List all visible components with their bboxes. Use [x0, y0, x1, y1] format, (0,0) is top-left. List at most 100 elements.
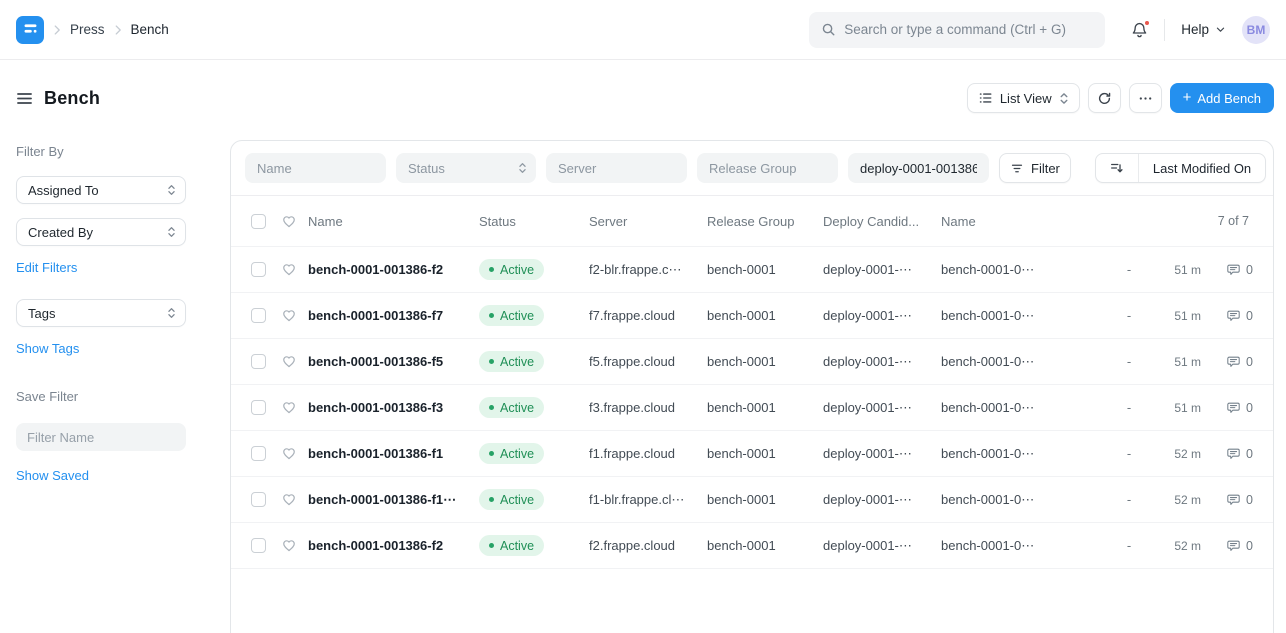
- row-checkbox[interactable]: [251, 354, 266, 369]
- comments-cell[interactable]: 0: [1201, 355, 1273, 369]
- topbar: Press Bench Help BM: [0, 0, 1286, 60]
- frappe-logo-icon[interactable]: [16, 16, 44, 44]
- sidebar-toggle-icon[interactable]: [16, 91, 33, 106]
- col-header-deploy-candidate[interactable]: Deploy Candid...: [823, 214, 941, 229]
- breadcrumb-bench[interactable]: Bench: [131, 22, 169, 37]
- global-search[interactable]: [809, 12, 1105, 48]
- table-row[interactable]: bench-0001-001386-f7 Active f7.frappe.cl…: [231, 293, 1273, 339]
- server-cell: f5.frappe.cloud: [589, 354, 707, 369]
- status-label: Active: [500, 263, 534, 277]
- favorite-heart-icon[interactable]: [281, 262, 297, 277]
- show-tags-link[interactable]: Show Tags: [16, 341, 79, 356]
- status-badge: Active: [479, 259, 544, 280]
- tag-cell: -: [1109, 400, 1149, 415]
- release-group-cell: bench-0001: [707, 262, 823, 277]
- assigned-to-select[interactable]: Assigned To: [16, 176, 186, 204]
- row-checkbox[interactable]: [251, 400, 266, 415]
- bench-name[interactable]: bench-0001-001386-f5: [308, 354, 479, 369]
- edit-filters-link[interactable]: Edit Filters: [16, 260, 77, 275]
- sort-icon[interactable]: [1096, 154, 1139, 182]
- status-cell: Active: [479, 443, 589, 464]
- favorite-heart-icon[interactable]: [281, 492, 297, 507]
- name2-cell: bench-0001-0⋯: [941, 308, 1091, 324]
- status-label: Active: [500, 355, 534, 369]
- notifications-button[interactable]: [1131, 21, 1148, 39]
- chevron-updown-icon: [518, 162, 527, 174]
- comment-bubble-icon: [1226, 309, 1241, 323]
- filter-button[interactable]: Filter: [999, 153, 1071, 183]
- col-header-server[interactable]: Server: [589, 214, 707, 229]
- view-switcher-button[interactable]: List View: [967, 83, 1080, 113]
- bench-name[interactable]: bench-0001-001386-f7: [308, 308, 479, 323]
- favorite-heart-icon[interactable]: [281, 308, 297, 323]
- comments-cell[interactable]: 0: [1201, 493, 1273, 507]
- status-badge: Active: [479, 535, 544, 556]
- deploy-candidate-cell: deploy-0001-⋯: [823, 308, 941, 324]
- more-options-button[interactable]: [1129, 83, 1162, 113]
- show-saved-link[interactable]: Show Saved: [16, 468, 89, 483]
- col-header-status[interactable]: Status: [479, 214, 589, 229]
- status-dot-icon: [489, 497, 494, 502]
- comments-cell[interactable]: 0: [1201, 263, 1273, 277]
- col-header-name2[interactable]: Name: [941, 214, 1091, 229]
- comments-cell[interactable]: 0: [1201, 401, 1273, 415]
- row-checkbox[interactable]: [251, 446, 266, 461]
- favorite-heart-icon[interactable]: [281, 400, 297, 415]
- bench-name[interactable]: bench-0001-001386-f1⋯: [308, 492, 479, 508]
- release-group-filter-input[interactable]: [697, 153, 838, 183]
- tags-select[interactable]: Tags: [16, 299, 186, 327]
- add-bench-button[interactable]: + Add Bench: [1170, 83, 1274, 113]
- status-label: Active: [500, 539, 534, 553]
- comments-cell[interactable]: 0: [1201, 309, 1273, 323]
- comments-cell[interactable]: 0: [1201, 447, 1273, 461]
- bench-name[interactable]: bench-0001-001386-f2: [308, 262, 479, 277]
- comment-bubble-icon: [1226, 539, 1241, 553]
- table-header-row: Name Status Server Release Group Deploy …: [231, 196, 1273, 247]
- filter-name-input[interactable]: [16, 423, 186, 451]
- table-row[interactable]: bench-0001-001386-f3 Active f3.frappe.cl…: [231, 385, 1273, 431]
- status-dot-icon: [489, 313, 494, 318]
- table-row[interactable]: bench-0001-001386-f5 Active f5.frappe.cl…: [231, 339, 1273, 385]
- refresh-button[interactable]: [1088, 83, 1121, 113]
- favorite-heart-icon[interactable]: [281, 446, 297, 461]
- comments-cell[interactable]: 0: [1201, 539, 1273, 553]
- row-checkbox[interactable]: [251, 262, 266, 277]
- avatar[interactable]: BM: [1242, 16, 1270, 44]
- modified-cell: 52 m: [1149, 539, 1201, 553]
- favorite-heart-icon[interactable]: [281, 354, 297, 369]
- deploy-candidate-filter-input[interactable]: [848, 153, 989, 183]
- heart-icon[interactable]: [281, 214, 297, 229]
- bench-list-card: Status Filter: [230, 140, 1274, 633]
- row-checkbox[interactable]: [251, 492, 266, 507]
- select-all-checkbox[interactable]: [251, 214, 266, 229]
- row-checkbox[interactable]: [251, 308, 266, 323]
- table-row[interactable]: bench-0001-001386-f1 Active f1.frappe.cl…: [231, 431, 1273, 477]
- server-cell: f2.frappe.cloud: [589, 538, 707, 553]
- search-input[interactable]: [844, 22, 1093, 37]
- modified-cell: 51 m: [1149, 355, 1201, 369]
- favorite-heart-icon[interactable]: [281, 538, 297, 553]
- col-header-release-group[interactable]: Release Group: [707, 214, 823, 229]
- table-row[interactable]: bench-0001-001386-f2 Active f2-blr.frapp…: [231, 247, 1273, 293]
- view-switcher-label: List View: [1000, 91, 1052, 106]
- assigned-to-label: Assigned To: [28, 183, 99, 198]
- sort-control[interactable]: Last Modified On: [1095, 153, 1266, 183]
- table-row[interactable]: bench-0001-001386-f2 Active f2.frappe.cl…: [231, 523, 1273, 569]
- breadcrumb-press[interactable]: Press: [70, 22, 105, 37]
- bench-name[interactable]: bench-0001-001386-f3: [308, 400, 479, 415]
- table-row[interactable]: bench-0001-001386-f1⋯ Active f1-blr.frap…: [231, 477, 1273, 523]
- name-filter-input[interactable]: [245, 153, 386, 183]
- help-menu[interactable]: Help: [1181, 22, 1226, 37]
- col-header-name[interactable]: Name: [308, 214, 479, 229]
- bench-name[interactable]: bench-0001-001386-f2: [308, 538, 479, 553]
- created-by-select[interactable]: Created By: [16, 218, 186, 246]
- bench-name[interactable]: bench-0001-001386-f1: [308, 446, 479, 461]
- save-filter-label: Save Filter: [16, 389, 214, 404]
- server-cell: f1-blr.frappe.cl⋯: [589, 492, 707, 508]
- status-filter-select[interactable]: Status: [396, 153, 536, 183]
- status-dot-icon: [489, 405, 494, 410]
- tag-cell: -: [1109, 538, 1149, 553]
- server-filter-input[interactable]: [546, 153, 687, 183]
- sort-field-label[interactable]: Last Modified On: [1139, 154, 1265, 182]
- row-checkbox[interactable]: [251, 538, 266, 553]
